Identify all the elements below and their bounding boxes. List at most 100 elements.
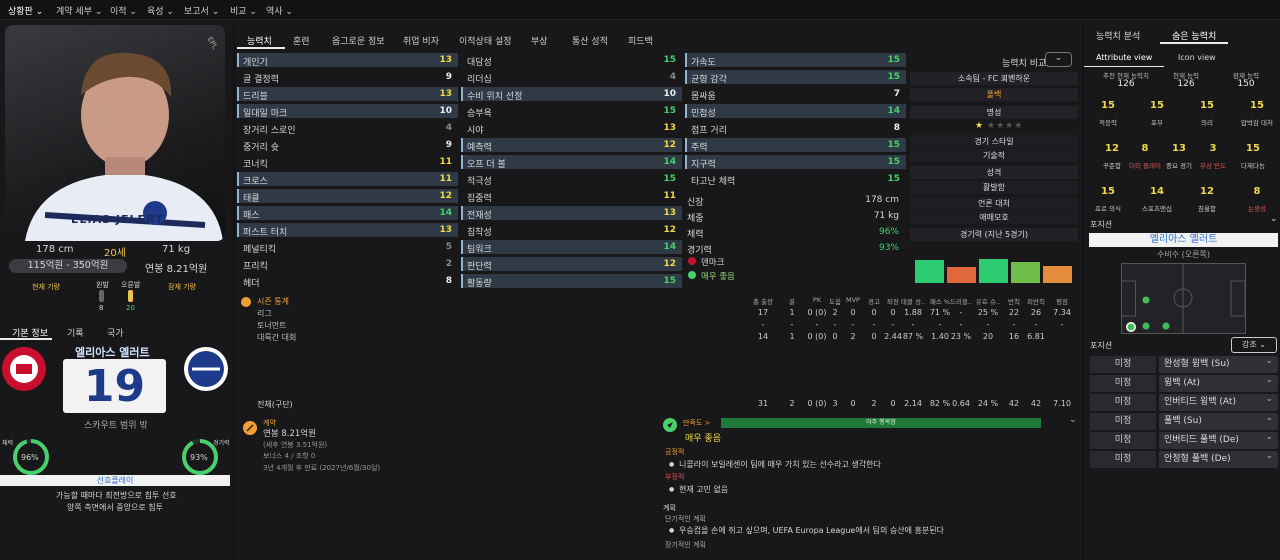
- tab-career-stats[interactable]: 통산 성적: [572, 34, 608, 47]
- role-select[interactable]: 안정형 풀백 (De): [1159, 448, 1278, 468]
- role-position-bg: 풀백: [910, 88, 1078, 101]
- physical-label: 체중: [687, 214, 704, 224]
- season-total-label: 전체(구단): [257, 400, 293, 409]
- position-collapse-icon[interactable]: ⌄: [1270, 214, 1278, 224]
- season-col-header: 드리블..: [949, 298, 973, 306]
- role-select[interactable]: 완성형 윙백 (Su): [1159, 353, 1278, 373]
- nav-report[interactable]: 보고서 ⌄: [184, 4, 219, 17]
- form-bar: [1011, 262, 1040, 283]
- icon-view-toggle[interactable]: Icon view: [1178, 53, 1216, 62]
- attribute-name: 집중력: [467, 194, 492, 204]
- fitness-label: 체력: [2, 440, 14, 447]
- tab-record[interactable]: 기록: [67, 326, 84, 339]
- attribute-view-toggle[interactable]: Attribute view: [1096, 53, 1152, 62]
- tab-transfer-status[interactable]: 이적상태 설정: [459, 34, 512, 47]
- role-row[interactable]: 미정 윙백 (At): [1090, 372, 1278, 392]
- role-select[interactable]: 인버티드 윙백 (At): [1159, 391, 1278, 411]
- role-select[interactable]: 윙백 (At): [1159, 372, 1278, 392]
- attribute-row: 헤더 8: [237, 274, 458, 289]
- attribute-row: 예측력 12: [461, 138, 682, 153]
- attribute-name: 장거리 스로인: [243, 126, 296, 136]
- role-select[interactable]: 풀백 (Su): [1159, 410, 1278, 430]
- hidden-attribute: 15 프로 의식: [1085, 186, 1131, 213]
- style-value-bg: 기술적: [910, 149, 1078, 162]
- compare-label: 능력치 비교: [1002, 59, 1047, 69]
- shirt-number: 19: [83, 361, 146, 412]
- personality-value-bg: 활발함: [910, 181, 1078, 194]
- attribute-name: 민첩성: [691, 109, 716, 119]
- morale-label: 매우 좋음: [701, 272, 735, 282]
- attribute-value: 9: [445, 140, 452, 150]
- left-foot-label: 왼발: [96, 281, 109, 289]
- attribute-name: 점프 거리: [691, 126, 727, 136]
- attribute-name: 주력: [691, 143, 708, 153]
- attribute-name: 적극성: [467, 177, 492, 187]
- physical-label: 경기력: [687, 246, 712, 256]
- season-col-header: 태클 성..: [900, 298, 926, 306]
- attribute-row: 가속도 15: [685, 53, 906, 68]
- attribute-row: 리더십 4: [461, 70, 682, 85]
- role-rating: 미정: [1090, 413, 1156, 430]
- wage: 연봉 8.21억원: [145, 264, 208, 275]
- attribute-row: 몸싸움 7: [685, 87, 906, 102]
- tab-work-permit[interactable]: 취업 비자: [403, 34, 439, 47]
- attribute-name: 팀워크: [467, 245, 492, 255]
- fitness-value: 96%: [21, 453, 39, 462]
- emphasis-dropdown[interactable]: 강조 ⌄: [1231, 337, 1277, 353]
- club-crest-icon: [184, 347, 228, 391]
- physical-value: 71 kg: [873, 211, 899, 221]
- long-plan-title: 장기적인 계획: [665, 541, 706, 549]
- attribute-row: 코너킥 11: [237, 155, 458, 170]
- attribute-row: 크로스 11: [237, 172, 458, 187]
- season-title: 시즌 통계: [257, 297, 289, 306]
- tab-analysis[interactable]: 능력치 분석: [1096, 29, 1140, 42]
- collapse-icon[interactable]: ⌄: [1069, 415, 1077, 425]
- tab-feedback[interactable]: 피드백: [628, 34, 653, 47]
- compare-dropdown[interactable]: ⌄: [1045, 52, 1072, 67]
- physical-value: 93%: [878, 243, 899, 253]
- nav-development[interactable]: 육성 ⌄: [147, 4, 174, 17]
- tab-injury[interactable]: 부상: [531, 34, 548, 47]
- reputation-stars: ★: [975, 121, 985, 131]
- role-row[interactable]: 미정 풀백 (Su): [1090, 410, 1278, 430]
- happiness-title[interactable]: 만족도 >: [683, 418, 710, 428]
- tab-hidden[interactable]: 숨은 능력치: [1172, 29, 1216, 42]
- nav-transfer[interactable]: 이적 ⌄: [110, 4, 137, 17]
- role-row[interactable]: 미정 완성형 윙백 (Su): [1090, 353, 1278, 373]
- attribute-value: 4: [445, 123, 452, 133]
- season-total-cell: 7.10: [1053, 399, 1071, 408]
- player-name: 엘리아스 옐러트: [75, 346, 150, 359]
- attribute-name: 활동량: [467, 279, 492, 289]
- attribute-value: 11: [439, 157, 452, 167]
- physical-row: 체중 71 kg: [685, 209, 907, 224]
- nav-contract[interactable]: 계약 세부 ⌄: [56, 4, 102, 17]
- role-select[interactable]: 인버티드 풀백 (De): [1159, 429, 1278, 449]
- hidden-attribute-value: 14: [1150, 186, 1164, 197]
- season-cell: 17: [757, 308, 769, 317]
- club-label: 소속팀 - FC 쾨벤하운: [957, 74, 1031, 83]
- style-title: 경기 스타일: [974, 137, 1014, 146]
- tab-training[interactable]: 훈련: [293, 34, 310, 47]
- season-row-label: 리그: [257, 309, 272, 318]
- right-foot-label: 오른발: [121, 281, 141, 289]
- sharpness-label: 경기력: [213, 440, 230, 447]
- attribute-value: 13: [663, 208, 676, 218]
- attribute-name: 페널티킥: [243, 245, 277, 255]
- role-row[interactable]: 미정 인버티드 윙백 (At): [1090, 391, 1278, 411]
- personality-title: 성격: [986, 168, 1002, 177]
- tab-nation[interactable]: 국가: [107, 326, 124, 339]
- role-row[interactable]: 미정 인버티드 풀백 (De): [1090, 429, 1278, 449]
- negative-item: 현재 고민 없음: [679, 485, 729, 494]
- nav-dashboard[interactable]: 상황판 ⌄: [8, 4, 44, 22]
- position-sub: 수비수 (오른쪽): [1157, 250, 1210, 259]
- nav-history[interactable]: 역사 ⌄: [266, 4, 293, 17]
- tab-attributes[interactable]: 능력치: [247, 34, 272, 47]
- attribute-value: 7: [893, 89, 900, 99]
- season-cell: 23 %: [950, 332, 972, 341]
- tab-homegrown[interactable]: 옵그로운 정보: [332, 34, 385, 47]
- attribute-value: 13: [439, 89, 452, 99]
- role-row[interactable]: 미정 안정형 풀백 (De): [1090, 448, 1278, 468]
- attribute-row: 개인기 13: [237, 53, 458, 68]
- hidden-attribute: 15 적응력: [1085, 100, 1131, 127]
- nav-compare[interactable]: 비교 ⌄: [230, 4, 257, 17]
